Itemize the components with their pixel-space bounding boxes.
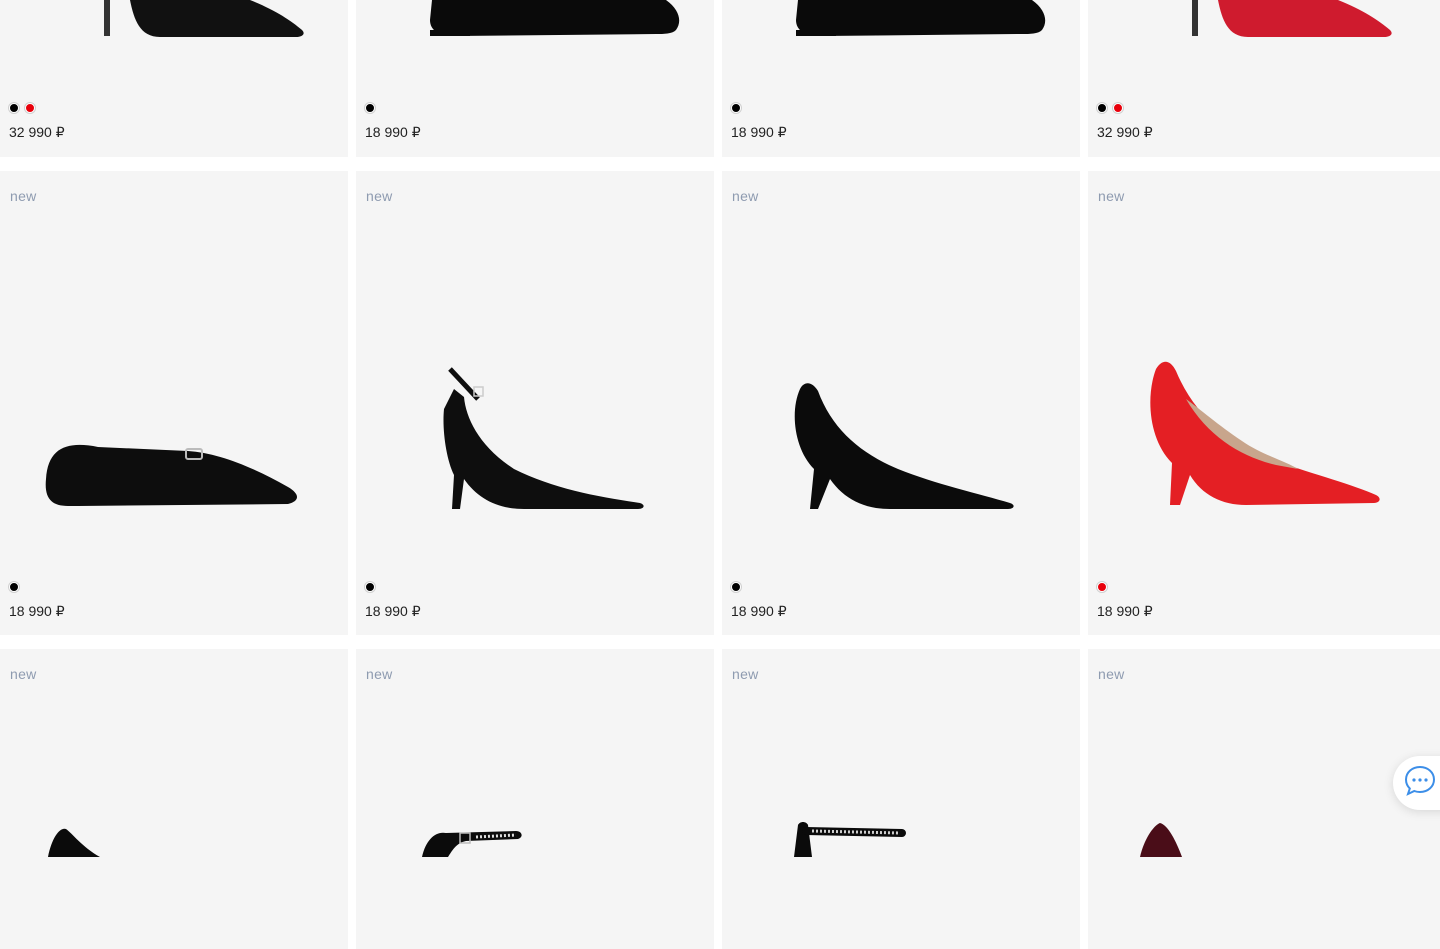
product-price: 18 990 ₽ (731, 124, 787, 140)
new-badge: new (366, 188, 393, 204)
product-image[interactable] (40, 0, 340, 45)
chat-bubble-icon (1402, 763, 1438, 804)
product-card[interactable]: new (722, 649, 1080, 949)
product-price: 18 990 ₽ (9, 603, 65, 619)
color-swatches (365, 582, 375, 592)
product-image[interactable] (396, 0, 696, 45)
new-badge: new (1098, 188, 1125, 204)
product-price: 32 990 ₽ (1097, 124, 1153, 140)
product-image[interactable] (722, 817, 1022, 862)
color-swatch[interactable] (9, 582, 19, 592)
product-image[interactable] (762, 0, 1062, 45)
color-swatches (731, 103, 741, 113)
new-badge: new (10, 188, 37, 204)
product-price: 18 990 ₽ (731, 603, 787, 619)
new-badge: new (10, 666, 37, 682)
product-image[interactable] (394, 329, 694, 534)
new-badge: new (366, 666, 393, 682)
product-card[interactable]: new 18 990 ₽ (1088, 171, 1440, 635)
chat-widget-button[interactable] (1393, 756, 1440, 810)
color-swatches (1097, 103, 1123, 113)
product-card[interactable]: new 18 990 ₽ (356, 171, 714, 635)
color-swatch[interactable] (1097, 103, 1107, 113)
product-image[interactable] (1126, 329, 1426, 534)
product-price: 18 990 ₽ (1097, 603, 1153, 619)
product-price: 18 990 ₽ (365, 124, 421, 140)
product-card[interactable]: new 18 990 ₽ (722, 171, 1080, 635)
product-image[interactable] (38, 329, 338, 534)
color-swatches (731, 582, 741, 592)
product-image[interactable] (760, 329, 1060, 534)
color-swatch[interactable] (731, 103, 741, 113)
color-swatches (9, 582, 19, 592)
product-card[interactable]: 32 990 ₽ (0, 0, 348, 157)
color-swatch[interactable] (365, 582, 375, 592)
color-swatch[interactable] (9, 103, 19, 113)
product-card[interactable]: 18 990 ₽ (356, 0, 714, 157)
product-card[interactable]: new (0, 649, 348, 949)
product-price: 32 990 ₽ (9, 124, 65, 140)
product-image[interactable] (1128, 0, 1428, 45)
color-swatches (365, 103, 375, 113)
color-swatch[interactable] (1113, 103, 1123, 113)
new-badge: new (1098, 666, 1125, 682)
color-swatch[interactable] (731, 582, 741, 592)
product-image[interactable] (1088, 817, 1388, 862)
color-swatches (1097, 582, 1107, 592)
new-badge: new (732, 666, 759, 682)
product-price: 18 990 ₽ (365, 603, 421, 619)
color-swatch[interactable] (365, 103, 375, 113)
product-image[interactable] (356, 817, 656, 862)
color-swatch[interactable] (1097, 582, 1107, 592)
product-image[interactable] (0, 817, 300, 862)
product-card[interactable]: new (1088, 649, 1440, 949)
product-card[interactable]: 18 990 ₽ (722, 0, 1080, 157)
new-badge: new (732, 188, 759, 204)
color-swatches (9, 103, 35, 113)
product-card[interactable]: new 18 990 ₽ (0, 171, 348, 635)
color-swatch[interactable] (25, 103, 35, 113)
product-card[interactable]: 32 990 ₽ (1088, 0, 1440, 157)
product-card[interactable]: new (356, 649, 714, 949)
